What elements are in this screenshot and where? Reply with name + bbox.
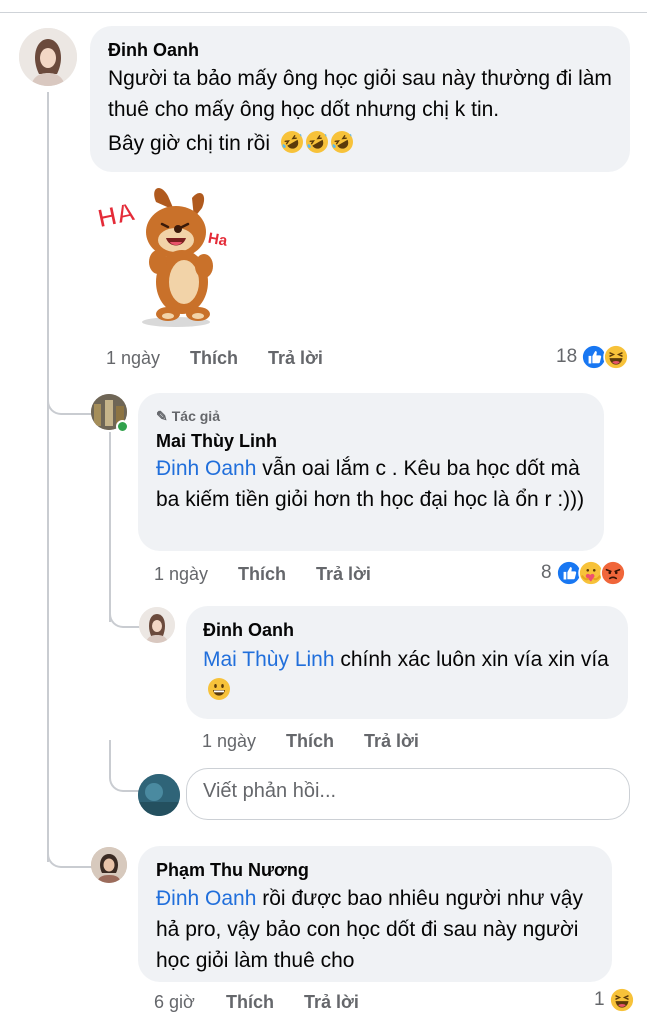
comment-author[interactable]: Đinh Oanh xyxy=(203,620,294,641)
reaction-summary[interactable]: 18 xyxy=(556,344,629,370)
haha-icon xyxy=(608,987,635,1013)
comment-author[interactable]: Đinh Oanh xyxy=(108,40,199,61)
haha-dog-sticker[interactable]: HA Ha xyxy=(94,182,246,332)
thread-connector-reply-3 xyxy=(47,828,93,868)
thread-connector-nested-reply xyxy=(109,590,141,628)
reaction-count: 1 xyxy=(594,989,605,1010)
reaction-count: 18 xyxy=(556,346,578,367)
author-badge-label: Tác giả xyxy=(171,408,220,424)
pencil-icon: ✎ xyxy=(156,408,168,424)
reaction-summary[interactable]: 1 xyxy=(594,987,635,1013)
mention-link[interactable]: Mai Thùy Linh xyxy=(203,648,335,671)
comment-time[interactable]: 1 ngày xyxy=(202,731,256,752)
haha-icon xyxy=(603,344,629,370)
reaction-count: 8 xyxy=(541,562,552,583)
reply-input-box[interactable] xyxy=(186,768,630,820)
comment-text: Đinh Oanh vẫn oai lắm c . Kêu ba học dốt… xyxy=(156,453,596,515)
smile-emoji-icon xyxy=(207,677,231,710)
comment-actions: 6 giờ Thích Trả lời xyxy=(154,992,454,1016)
reply-button[interactable]: Trả lời xyxy=(364,731,419,752)
avatar-photo xyxy=(138,774,180,816)
rofl-emoji-icon xyxy=(280,130,354,154)
author-badge: ✎ Tác giả xyxy=(156,408,220,425)
comment-body: chính xác luôn xin vía xin vía xyxy=(334,648,609,671)
avatar[interactable] xyxy=(19,28,77,86)
sticker-ha-text: HA xyxy=(96,196,138,233)
avatar-photo xyxy=(19,28,77,86)
thread-line-main xyxy=(47,92,49,862)
reaction-summary[interactable]: 8 xyxy=(541,560,626,586)
mention-link[interactable]: Đinh Oanh xyxy=(156,887,256,910)
top-divider xyxy=(0,0,647,13)
comment-actions: 1 ngày Thích Trả lời xyxy=(202,731,502,755)
avatar-photo xyxy=(139,607,175,643)
angry-icon xyxy=(599,560,626,586)
avatar[interactable] xyxy=(139,607,175,643)
avatar[interactable] xyxy=(91,847,127,883)
comment-time[interactable]: 1 ngày xyxy=(154,564,208,585)
comment-bubble: Đinh Oanh Người ta bảo mấy ông học giỏi … xyxy=(90,26,630,172)
thread-connector-reply-box xyxy=(109,740,141,792)
comment-text: Người ta bảo mấy ông học giỏi sau này th… xyxy=(108,67,612,121)
comment-time[interactable]: 6 giờ xyxy=(154,992,195,1013)
comment-bubble: Phạm Thu Nương Đinh Oanh rồi được bao nh… xyxy=(138,846,612,982)
online-status-dot xyxy=(116,420,129,433)
like-button[interactable]: Thích xyxy=(286,731,334,752)
comment-bubble: ✎ Tác giả Mai Thùy Linh Đinh Oanh vẫn oai… xyxy=(138,393,604,551)
comment-text-second: Bây giờ chị tin rồi xyxy=(108,132,271,155)
comment-text: Đinh Oanh rồi được bao nhiêu người như v… xyxy=(156,883,601,976)
like-button[interactable]: Thích xyxy=(190,348,238,369)
comment-time[interactable]: 1 ngày xyxy=(106,348,160,369)
comment-actions: 1 ngày Thích Trả lời xyxy=(106,348,406,372)
like-button[interactable]: Thích xyxy=(238,564,286,585)
current-user-avatar xyxy=(138,774,180,816)
comment-bubble: Đinh Oanh Mai Thùy Linh chính xác luôn x… xyxy=(186,606,628,719)
sticker-ha-small-text: Ha xyxy=(207,230,229,250)
reply-button[interactable]: Trả lời xyxy=(316,564,371,585)
comment-text: Mai Thùy Linh chính xác luôn xin vía xin… xyxy=(203,644,623,710)
comment-text-line2: Bây giờ chị tin rồi xyxy=(108,128,623,159)
comment-author[interactable]: Mai Thùy Linh xyxy=(156,431,277,452)
avatar-photo xyxy=(91,847,127,883)
comment-author[interactable]: Phạm Thu Nương xyxy=(156,860,309,881)
thread-connector-reply-1 xyxy=(47,375,93,415)
like-button[interactable]: Thích xyxy=(226,992,274,1013)
sticker-image: HA Ha xyxy=(94,188,229,327)
comment-actions: 1 ngày Thích Trả lời xyxy=(154,564,454,588)
reply-button[interactable]: Trả lời xyxy=(268,348,323,369)
mention-link[interactable]: Đinh Oanh xyxy=(156,457,256,480)
reply-button[interactable]: Trả lời xyxy=(304,992,359,1013)
reply-input[interactable] xyxy=(201,779,585,804)
